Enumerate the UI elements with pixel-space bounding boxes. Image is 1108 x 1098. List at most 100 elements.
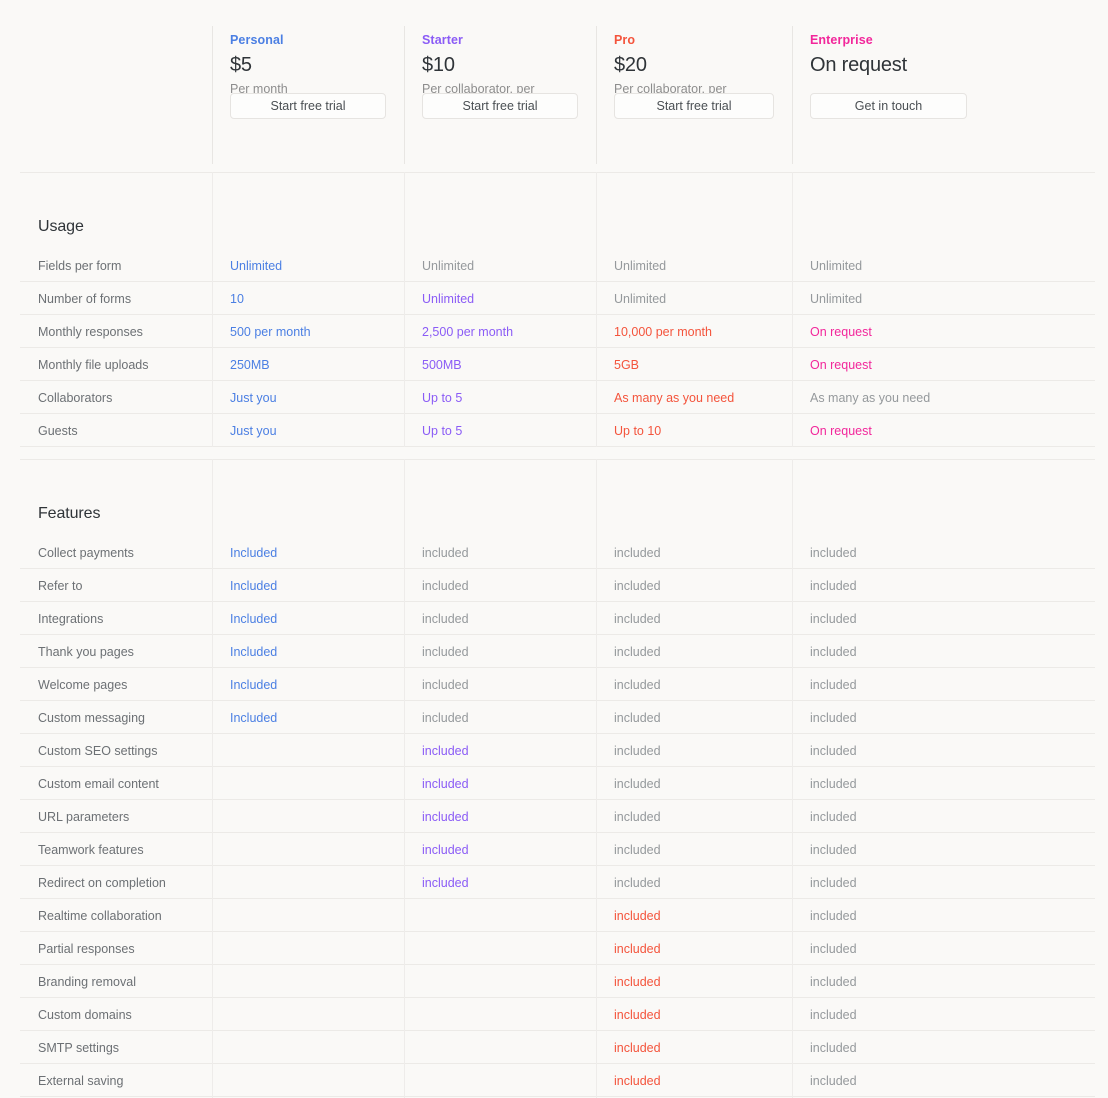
feature-value-pro: included	[596, 965, 792, 998]
feature-label: Fields per form	[38, 258, 122, 273]
column-divider	[596, 26, 597, 164]
section-title: Usage	[38, 218, 84, 235]
feature-value-personal: Just you	[212, 381, 404, 414]
feature-value-starter: included	[404, 701, 596, 734]
feature-value-pro: included	[596, 734, 792, 767]
feature-value-personal	[212, 800, 404, 833]
start-free-trial-button-personal[interactable]: Start free trial	[230, 93, 386, 119]
feature-value-pro: Up to 10	[596, 414, 792, 447]
feature-value-enterprise: On request	[792, 414, 1108, 447]
feature-value-starter: 500MB	[404, 348, 596, 381]
table-row: Collect payments Included included included…	[0, 536, 1108, 569]
feature-value-enterprise: As many as you need	[792, 381, 1108, 414]
feature-value-personal: 10	[212, 282, 404, 315]
feature-value-enterprise: On request	[792, 348, 1108, 381]
table-row: Branding removal included included	[0, 965, 1108, 998]
feature-value-starter: Unlimited	[404, 249, 596, 282]
plans-header: Personal $5 Per month Start free trial S…	[0, 0, 1108, 172]
feature-label: SMTP settings	[38, 1040, 120, 1055]
feature-value-enterprise: included	[792, 734, 1108, 767]
feature-value-personal: Just you	[212, 414, 404, 447]
feature-value-personal	[212, 866, 404, 899]
get-in-touch-button-enterprise[interactable]: Get in touch	[810, 93, 967, 119]
plan-price-enterprise: On request	[810, 54, 907, 76]
feature-label: Custom messaging	[38, 710, 145, 725]
start-free-trial-button-pro[interactable]: Start free trial	[614, 93, 774, 119]
feature-label: Redirect on completion	[38, 875, 166, 890]
feature-value-starter: included	[404, 536, 596, 569]
plan-price-personal: $5	[230, 54, 252, 76]
feature-value-enterprise: included	[792, 1031, 1108, 1064]
feature-value-personal	[212, 1031, 404, 1064]
table-row: Integrations Included included included incl…	[0, 602, 1108, 635]
feature-label: Refer to	[38, 578, 83, 593]
feature-label: Thank you pages	[38, 644, 134, 659]
plan-card-starter: Starter $10 Per collaborator, per month …	[404, 0, 596, 172]
feature-value-pro: included	[596, 1064, 792, 1097]
feature-value-enterprise: included	[792, 899, 1108, 932]
feature-label: Collaborators	[38, 390, 113, 405]
start-free-trial-button-starter[interactable]: Start free trial	[422, 93, 578, 119]
feature-value-pro: 10,000 per month	[596, 315, 792, 348]
section-usage: Usage Fields per form Unlimited Unlimited Un…	[0, 172, 1108, 447]
feature-value-starter: included	[404, 602, 596, 635]
feature-value-starter: included	[404, 734, 596, 767]
feature-value-enterprise: included	[792, 866, 1108, 899]
feature-value-starter	[404, 1064, 596, 1097]
feature-value-personal	[212, 998, 404, 1031]
feature-value-personal	[212, 767, 404, 800]
table-row: Custom domains included included	[0, 998, 1108, 1031]
feature-value-pro: As many as you need	[596, 381, 792, 414]
table-row: Collaborators Just you Up to 5 As many as y…	[0, 381, 1108, 414]
feature-value-enterprise: included	[792, 965, 1108, 998]
feature-value-personal: Included	[212, 569, 404, 602]
feature-value-personal: 500 per month	[212, 315, 404, 348]
feature-value-pro: Unlimited	[596, 249, 792, 282]
column-divider	[792, 26, 793, 164]
feature-value-pro: included	[596, 668, 792, 701]
feature-label: Custom SEO settings	[38, 743, 158, 758]
plan-price-starter: $10	[422, 54, 455, 76]
feature-value-enterprise: included	[792, 635, 1108, 668]
plan-card-personal: Personal $5 Per month Start free trial	[212, 0, 404, 172]
section-title-spacer-pro	[596, 172, 792, 249]
feature-value-starter	[404, 1031, 596, 1064]
feature-value-starter: included	[404, 800, 596, 833]
feature-label: Integrations	[38, 611, 104, 626]
feature-value-enterprise: included	[792, 701, 1108, 734]
section-title-row: Features	[0, 459, 1108, 536]
plan-name-pro: Pro	[614, 33, 636, 47]
section-title-spacer-personal	[212, 172, 404, 249]
feature-value-pro: included	[596, 932, 792, 965]
feature-value-pro: 5GB	[596, 348, 792, 381]
feature-value-starter	[404, 965, 596, 998]
feature-value-enterprise: included	[792, 1064, 1108, 1097]
feature-value-pro: included	[596, 998, 792, 1031]
feature-value-starter	[404, 899, 596, 932]
feature-value-pro: included	[596, 701, 792, 734]
section-title-spacer-starter	[404, 172, 596, 249]
comparison-sections: Usage Fields per form Unlimited Unlimited Un…	[0, 172, 1108, 1098]
table-row: Monthly file uploads 250MB 500MB 5GB On requ…	[0, 348, 1108, 381]
feature-value-enterprise: included	[792, 569, 1108, 602]
feature-value-pro: included	[596, 767, 792, 800]
feature-value-starter: included	[404, 668, 596, 701]
table-row: Realtime collaboration included included	[0, 899, 1108, 932]
feature-value-starter: 2,500 per month	[404, 315, 596, 348]
feature-label: Welcome pages	[38, 677, 128, 692]
feature-value-starter: Unlimited	[404, 282, 596, 315]
table-row: Teamwork features included included include…	[0, 833, 1108, 866]
table-row: Fields per form Unlimited Unlimited Unlimit…	[0, 249, 1108, 282]
feature-label: Custom email content	[38, 776, 159, 791]
plan-name-starter: Starter	[422, 33, 463, 47]
feature-value-personal: Included	[212, 635, 404, 668]
feature-value-enterprise: On request	[792, 315, 1108, 348]
feature-value-personal: Included	[212, 701, 404, 734]
feature-value-personal	[212, 965, 404, 998]
feature-value-starter: Up to 5	[404, 381, 596, 414]
feature-label: Branding removal	[38, 974, 136, 989]
section-title-row: Usage	[0, 172, 1108, 249]
feature-value-pro: included	[596, 569, 792, 602]
feature-label: URL parameters	[38, 809, 130, 824]
